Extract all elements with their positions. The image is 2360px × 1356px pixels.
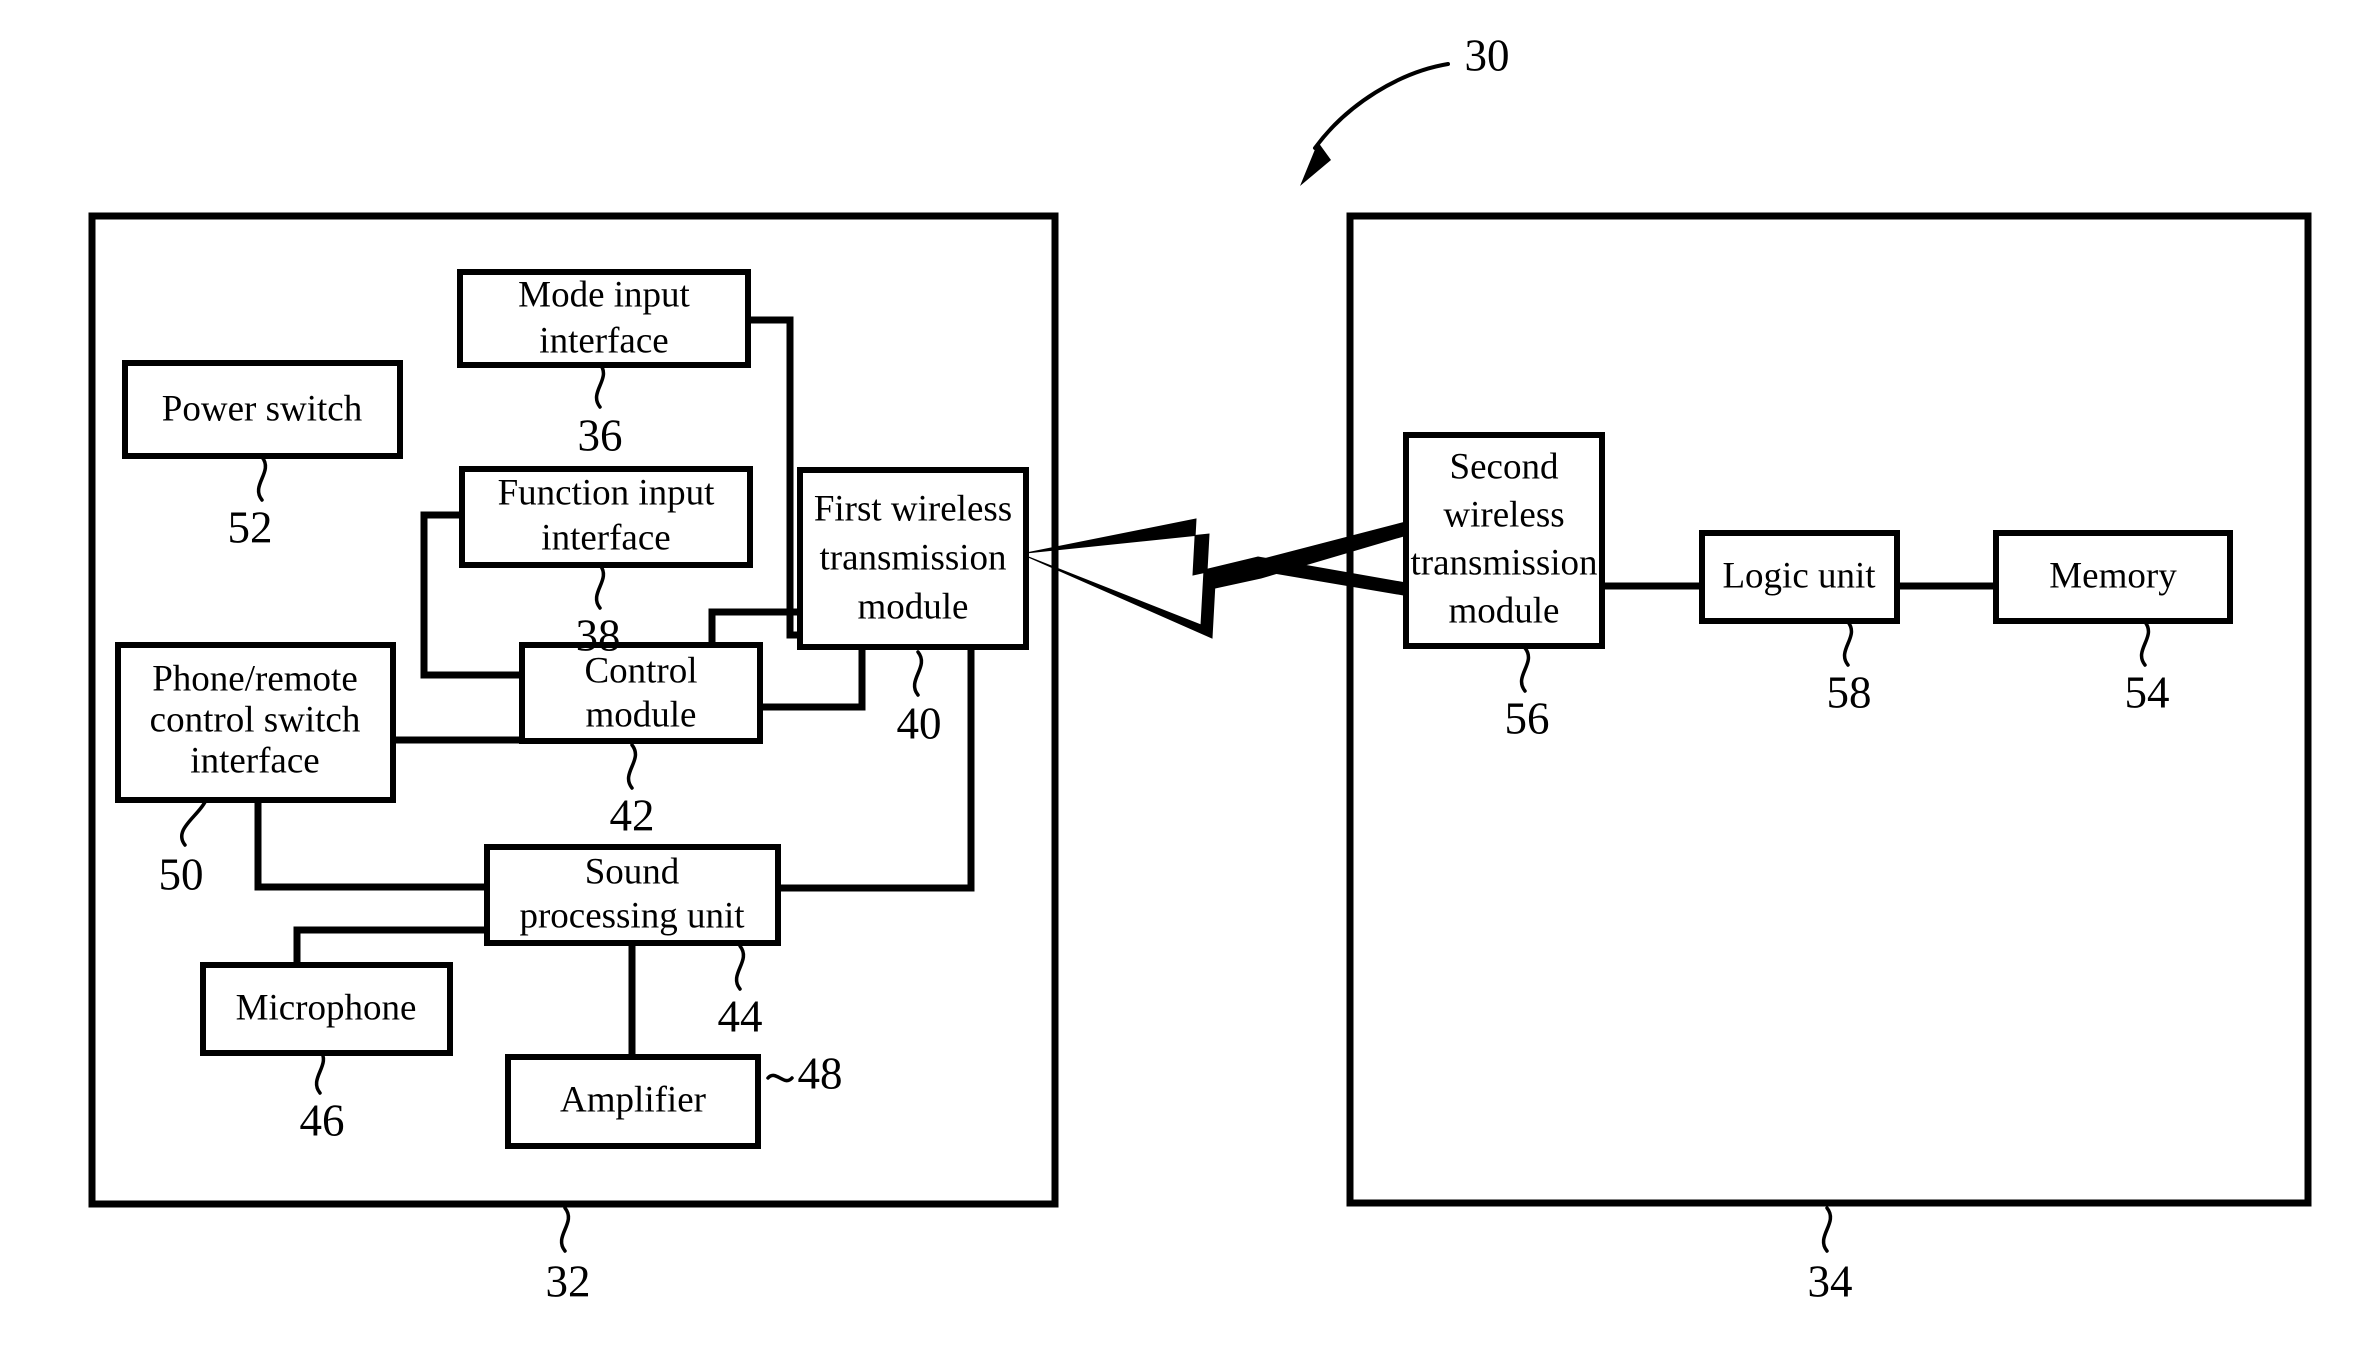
wireless-link-icon [1025,517,1425,639]
leader-microphone [314,1048,326,1095]
block-sound-processing-unit-label-line1: Sound [585,851,680,892]
leader-second-wireless-module [1519,646,1531,693]
block-logic-unit-label: Logic unit [1722,555,1876,596]
ref-first-wireless-module-40: 40 [897,698,942,748]
block-sound-processing-unit: Sound processing unit [484,844,781,946]
ref-memory-54: 54 [2125,667,2170,717]
leader-function-input-interface [594,563,606,610]
wire-microphone-to-sound [293,926,487,965]
block-second-wireless-transmission-module-label-line1: Second [1450,446,1559,487]
leader-phone-interface [180,800,207,847]
ref-right-panel-34: 34 [1808,1256,1853,1306]
block-first-wireless-transmission-module: First wireless transmission module [797,467,1029,650]
leader-right-panel [1821,1206,1833,1253]
ref-microphone-46: 46 [300,1095,345,1145]
patent-figure: Power switch Mode input interface Functi… [0,0,2360,1356]
block-second-wireless-transmission-module-label-line4: module [1449,590,1560,631]
block-microphone: Microphone [200,962,453,1056]
block-power-switch: Power switch [122,360,403,459]
block-first-wireless-transmission-module-label-line3: module [858,586,969,627]
leader-sound-processing-unit [734,944,746,991]
ref-phone-interface-50: 50 [159,849,204,899]
leader-left-panel [559,1206,571,1253]
block-mode-input-interface-label-line1: Mode input [518,274,690,315]
ref-second-wireless-module-56: 56 [1505,693,1550,743]
ref-amplifier-48: 48 [798,1048,843,1098]
ref-sound-processing-unit-44: 44 [718,991,763,1041]
block-function-input-interface-label-line2: interface [541,517,670,558]
figure-ref-arrow-head [1300,142,1331,186]
block-first-wireless-transmission-module-label-line2: transmission [819,537,1006,578]
block-control-module-label-line2: module [586,694,697,735]
block-phone-interface-label-line3: interface [190,740,319,781]
wire-phone-to-sound [254,800,487,891]
leader-amplifier [766,1073,794,1083]
block-mode-input-interface-label-line2: interface [539,320,668,361]
block-second-wireless-transmission-module: Second wireless transmission module [1403,432,1605,649]
leader-logic-unit [1842,620,1854,667]
block-phone-interface-label-line1: Phone/remote [152,658,358,699]
block-amplifier: Amplifier [505,1054,761,1149]
leader-mode-input-interface [594,362,606,409]
leader-first-wireless-module [912,650,924,697]
block-phone-interface-label-line2: control switch [150,699,361,740]
block-amplifier-label: Amplifier [560,1079,706,1120]
wire-first-wireless-to-sound [778,647,975,892]
block-phone-remote-control-switch-interface: Phone/remote control switch interface [115,642,396,803]
figure-canvas: Power switch Mode input interface Functi… [88,30,2312,1306]
wire-control-to-first-wireless-lower [760,647,866,711]
ref-left-panel-32: 32 [546,1256,591,1306]
leader-power-switch [256,455,268,502]
block-function-input-interface-label-line1: Function input [498,472,716,513]
wire-mode-to-first-wireless [748,316,800,639]
block-second-wireless-transmission-module-label-line3: transmission [1410,542,1597,583]
block-first-wireless-transmission-module-label-line1: First wireless [814,488,1012,529]
leader-control-module [626,743,638,790]
ref-figure-30: 30 [1465,30,1510,80]
leader-memory [2139,620,2151,667]
block-power-switch-label: Power switch [162,388,363,429]
ref-power-switch-52: 52 [228,502,273,552]
figure-ref-arrow-curve [1313,62,1450,150]
ref-mode-input-interface-36: 36 [578,410,623,460]
block-microphone-label: Microphone [236,987,417,1028]
block-mode-input-interface: Mode input interface [457,269,751,368]
block-memory-label: Memory [2049,555,2177,596]
block-sound-processing-unit-label-line2: processing unit [519,895,745,936]
block-second-wireless-transmission-module-label-line2: wireless [1443,494,1564,535]
block-memory: Memory [1993,530,2233,624]
block-function-input-interface: Function input interface [459,466,753,568]
ref-function-input-interface-38: 38 [576,610,621,660]
ref-control-module-42: 42 [610,790,655,840]
block-control-module: Control module [519,642,763,744]
block-logic-unit: Logic unit [1699,530,1900,624]
ref-logic-unit-58: 58 [1827,667,1872,717]
